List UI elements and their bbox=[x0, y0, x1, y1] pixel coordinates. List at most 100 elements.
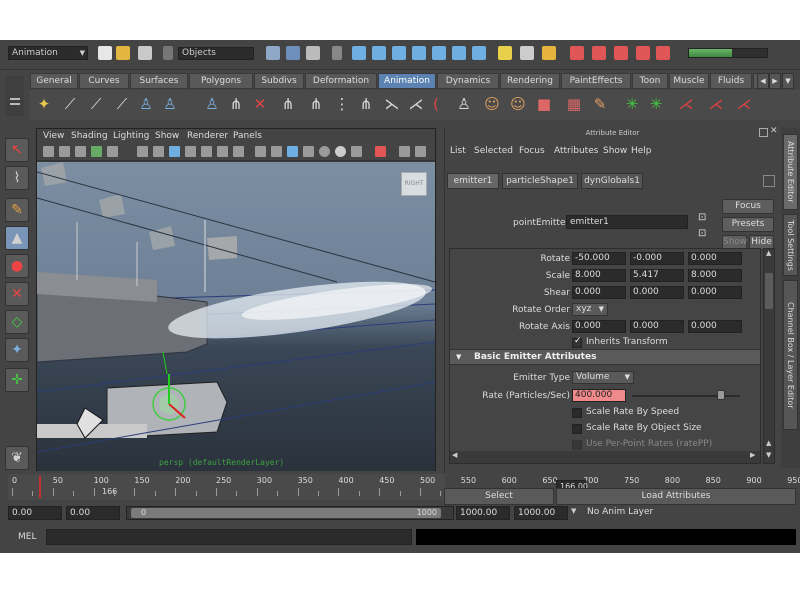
lattice-icon[interactable]: ▦ bbox=[564, 94, 584, 114]
trax-icon[interactable]: ⋌ bbox=[734, 94, 754, 114]
rotate-axis-z-field[interactable]: 0.000 bbox=[688, 320, 742, 333]
shelf-tab-animation[interactable]: Animation bbox=[378, 73, 436, 89]
time-slider[interactable]: 166 0 50 100 150 200 250 300 350 400 450 500 550 600… bbox=[8, 474, 800, 500]
scale-rate-by-speed-checkbox[interactable] bbox=[572, 408, 582, 418]
shelf-options-icon[interactable]: ▼ bbox=[782, 73, 794, 89]
shelf-tab-general[interactable]: General bbox=[30, 73, 78, 89]
anim-start-field[interactable]: 0.00 bbox=[66, 506, 120, 520]
scale-tool-icon[interactable]: ✕ bbox=[5, 282, 29, 306]
paint-weights-icon[interactable]: ✎ bbox=[590, 94, 610, 114]
mask-toggle-icon[interactable] bbox=[332, 46, 342, 60]
attribute-scroll-area[interactable]: Rotate -50.000 -0.000 0.000 Scale 8.000 … bbox=[449, 248, 761, 464]
snap-grid-icon[interactable] bbox=[570, 46, 584, 60]
ae-tab-particleshape1[interactable]: particleShape1 bbox=[502, 173, 578, 189]
scroll-up-icon[interactable]: ▲ bbox=[766, 249, 771, 257]
select-button[interactable]: Select bbox=[444, 488, 554, 505]
basic-emitter-section-header[interactable]: ▼ Basic Emitter Attributes bbox=[450, 349, 760, 365]
per-point-rates-checkbox[interactable] bbox=[572, 440, 582, 450]
wireframe-icon[interactable] bbox=[137, 146, 148, 157]
shelf-tab-subdivs[interactable]: Subdivs bbox=[254, 73, 304, 89]
skeleton-icon[interactable]: ♙ bbox=[136, 94, 156, 114]
ik-handle-icon[interactable]: ⟋ bbox=[60, 94, 80, 114]
remove-joint-icon[interactable]: ⋔ bbox=[356, 94, 376, 114]
select-object-icon[interactable] bbox=[286, 46, 300, 60]
aim-constraint-icon[interactable]: ( bbox=[426, 94, 446, 114]
current-time-marker[interactable] bbox=[39, 476, 41, 498]
rate-field[interactable]: 400.000 bbox=[572, 389, 626, 402]
snap-curve-icon[interactable] bbox=[592, 46, 606, 60]
bind-skin-icon[interactable]: ⋔ bbox=[226, 94, 246, 114]
paint-select-tool-icon[interactable]: ✎ bbox=[5, 198, 29, 222]
shelf-scroll-right-icon[interactable]: ▶ bbox=[769, 73, 781, 89]
output-connection-icon[interactable]: ⊡ bbox=[698, 228, 706, 239]
layout-icon[interactable]: ❦ bbox=[5, 446, 29, 470]
ae-menu-selected[interactable]: Selected bbox=[474, 146, 513, 156]
textured-icon[interactable] bbox=[217, 146, 228, 157]
rotate-tool-icon[interactable]: ● bbox=[5, 254, 29, 278]
horizontal-scrollbar[interactable]: ◀ ▶ bbox=[450, 451, 760, 463]
wireframe-on-shaded-icon[interactable] bbox=[185, 146, 196, 157]
grid-toggle-icon[interactable] bbox=[107, 146, 118, 157]
range-slider-handle[interactable]: 0 1000 bbox=[131, 508, 441, 518]
mel-command-input[interactable] bbox=[46, 529, 412, 545]
motion-path-icon[interactable]: ⋌ bbox=[676, 94, 696, 114]
range-slider[interactable]: 0 1000 bbox=[126, 506, 454, 520]
shear-x-field[interactable]: 0.000 bbox=[572, 286, 626, 299]
camera-select-icon[interactable] bbox=[43, 146, 54, 157]
new-scene-icon[interactable] bbox=[98, 46, 112, 60]
show-manipulator-icon[interactable]: ✛ bbox=[5, 368, 29, 392]
isolate-icon[interactable] bbox=[255, 146, 266, 157]
set-key-icon[interactable]: ✦ bbox=[34, 94, 54, 114]
lasso-tool-icon[interactable]: ⌇ bbox=[5, 166, 29, 190]
curve-mask-icon[interactable] bbox=[392, 46, 406, 60]
snap-live-icon[interactable] bbox=[656, 46, 670, 60]
viewport-menu-shading[interactable]: Shading bbox=[71, 131, 108, 141]
wrap-deformer-icon[interactable]: ■ bbox=[534, 94, 554, 114]
shelf-tab-fluids[interactable]: Fluids bbox=[710, 73, 752, 89]
anti-alias-icon[interactable] bbox=[335, 146, 346, 157]
open-scene-icon[interactable] bbox=[116, 46, 130, 60]
scale-rate-by-size-checkbox[interactable] bbox=[572, 424, 582, 434]
misc-mask-icon[interactable] bbox=[498, 46, 512, 60]
resolution-gate-icon[interactable] bbox=[375, 146, 386, 157]
presets-button[interactable]: Presets bbox=[722, 217, 774, 232]
viewport-menu-view[interactable]: View bbox=[43, 131, 64, 141]
joint-tool-icon[interactable]: ♙ bbox=[202, 94, 222, 114]
scale-z-field[interactable]: 8.000 bbox=[688, 269, 742, 282]
viewport-menu-lighting[interactable]: Lighting bbox=[113, 131, 149, 141]
ae-menu-attributes[interactable]: Attributes bbox=[554, 146, 598, 156]
ik-spline-icon[interactable]: ⟋ bbox=[86, 94, 106, 114]
ae-menu-focus[interactable]: Focus bbox=[519, 146, 545, 156]
orient-joint-icon[interactable]: ⋮ bbox=[332, 94, 352, 114]
shelf-scroll-left-icon[interactable]: ◀ bbox=[757, 73, 769, 89]
soft-mod-tool-icon[interactable]: ✦ bbox=[5, 338, 29, 362]
deformer-mask-icon[interactable] bbox=[432, 46, 446, 60]
snap-view-plane-icon[interactable] bbox=[636, 46, 650, 60]
lights-icon[interactable] bbox=[233, 146, 244, 157]
command-language-label[interactable]: MEL bbox=[18, 532, 36, 542]
blend-shape-icon[interactable]: ☺ bbox=[482, 94, 502, 114]
selection-mode-icon[interactable] bbox=[163, 46, 173, 60]
camera-attributes-icon[interactable] bbox=[59, 146, 70, 157]
xray-joints-icon[interactable] bbox=[271, 146, 282, 157]
menu-set-dropdown[interactable]: Animation ▼ bbox=[8, 46, 88, 60]
rotate-order-dropdown[interactable]: xyz ▼ bbox=[572, 303, 608, 316]
face-rig-icon[interactable]: ☺ bbox=[508, 94, 528, 114]
ik-spring-icon[interactable]: ⟋ bbox=[112, 94, 132, 114]
parent-constraint-icon[interactable]: ⋌ bbox=[406, 94, 426, 114]
default-material-icon[interactable] bbox=[287, 146, 298, 157]
save-scene-icon[interactable] bbox=[138, 46, 152, 60]
shear-z-field[interactable]: 0.000 bbox=[688, 286, 742, 299]
shelf-tab-surfaces[interactable]: Surfaces bbox=[130, 73, 188, 89]
joint-mask-icon[interactable] bbox=[372, 46, 386, 60]
tab-scroll-icon[interactable] bbox=[763, 175, 775, 187]
checker-icon[interactable] bbox=[303, 146, 314, 157]
scroll-right-icon[interactable]: ▶ bbox=[750, 451, 755, 459]
ambient-occlusion-icon[interactable] bbox=[319, 146, 330, 157]
shelf-tab-polygons[interactable]: Polygons bbox=[189, 73, 253, 89]
surface-mask-icon[interactable] bbox=[412, 46, 426, 60]
3d-viewport[interactable]: RIGHT persp (defaultRenderLayer) bbox=[37, 162, 435, 471]
detach-skin-icon[interactable]: ✕ bbox=[250, 94, 270, 114]
locator-icon[interactable]: ✳ bbox=[646, 94, 666, 114]
viewport-menu-renderer[interactable]: Renderer bbox=[187, 131, 228, 141]
